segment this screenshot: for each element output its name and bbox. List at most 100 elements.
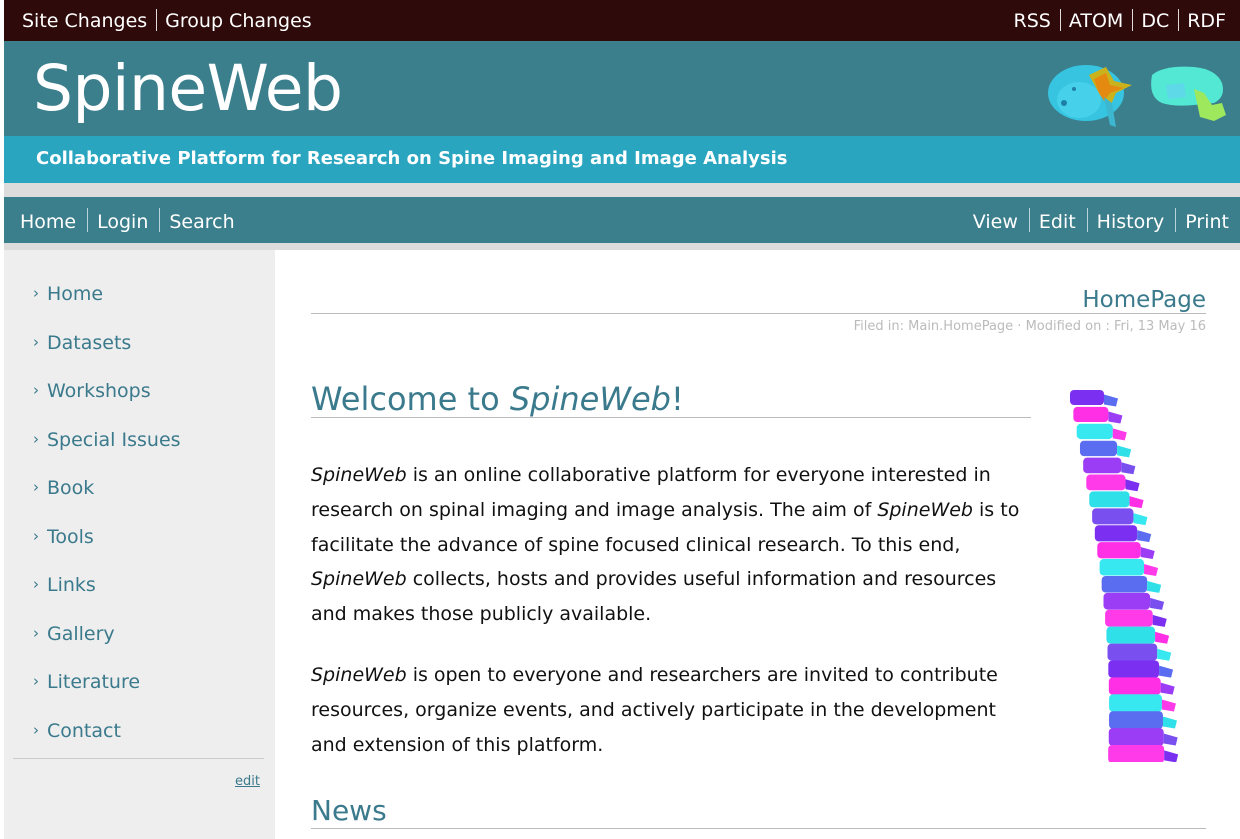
sidebar-item-label[interactable]: Datasets (47, 332, 131, 354)
nav-edit-link[interactable]: Edit (1039, 211, 1076, 233)
vertebra-shape (1099, 559, 1145, 576)
site-name-emphasis: SpineWeb (311, 568, 407, 591)
sidebar-item-links[interactable]: › Links (33, 574, 181, 623)
vertebra-shape (1106, 626, 1156, 644)
vertebra-shape (1073, 406, 1109, 423)
site-changes-link[interactable]: Site Changes (22, 10, 147, 32)
sidebar: › Home › Datasets › Workshops › Special Issu… (4, 250, 275, 839)
sidebar-item-label[interactable]: Special Issues (47, 429, 181, 451)
group-changes-link[interactable]: Group Changes (165, 10, 312, 32)
vertebra-process-shape (1144, 563, 1159, 576)
open-paragraph: SpineWeb is open to everyone and researc… (311, 658, 1021, 762)
vertebra-shape (1083, 457, 1122, 474)
nav-search-link[interactable]: Search (169, 211, 234, 233)
sidebar-item-literature[interactable]: › Literature (33, 671, 181, 720)
vertebra-shape (1108, 728, 1164, 746)
separator (1175, 208, 1177, 232)
sidebar-item-home[interactable]: › Home (33, 283, 181, 332)
paragraph-text: collects, hosts and provides useful info… (311, 568, 997, 626)
sidebar-item-datasets[interactable]: › Datasets (33, 332, 181, 381)
nav-view-link[interactable]: View (973, 211, 1018, 233)
chevron-right-icon: › (33, 381, 39, 399)
sidebar-edit-link[interactable]: edit (235, 774, 260, 789)
vertebra-process-shape (1121, 462, 1136, 475)
tagline-bar: Collaborative Platform for Research on S… (4, 136, 1240, 183)
vertebra-process-shape (1164, 750, 1178, 762)
chevron-right-icon: › (33, 623, 39, 642)
nav-right: View Edit History Print (973, 208, 1229, 233)
sidebar-item-label[interactable]: Literature (47, 671, 140, 693)
spine-illustration-icon (1070, 390, 1178, 762)
chevron-right-icon: › (33, 720, 39, 739)
sidebar-item-label[interactable]: Book (47, 477, 94, 499)
vertebra-shape (1108, 660, 1160, 678)
vertebra-shape (1097, 542, 1141, 559)
vertebra-process-shape (1117, 445, 1132, 458)
sidebar-item-tools[interactable]: › Tools (33, 526, 181, 575)
vertebra-shape (1092, 508, 1134, 525)
sidebar-item-label[interactable]: Contact (47, 720, 121, 742)
file-info: Filed in: Main.HomePage · Modified on : … (853, 319, 1206, 334)
nav-login-link[interactable]: Login (97, 211, 148, 233)
sidebar-item-book[interactable]: › Book (33, 477, 181, 526)
vertebra-shape (1109, 711, 1163, 729)
vertebra-process-shape (1159, 665, 1174, 678)
separator (1178, 9, 1180, 31)
sidebar-item-label[interactable]: Links (47, 574, 96, 596)
vertebra-process-shape (1147, 580, 1162, 593)
nav-left: Home Login Search (20, 208, 235, 233)
nav-history-link[interactable]: History (1097, 211, 1165, 233)
welcome-heading: Welcome to SpineWeb! (311, 380, 684, 418)
atom-link[interactable]: ATOM (1069, 10, 1123, 32)
intro-paragraph: SpineWeb is an online collaborative plat… (311, 458, 1021, 632)
nav-home-link[interactable]: Home (20, 211, 76, 233)
sidebar-item-label[interactable]: Workshops (47, 380, 151, 402)
site-title[interactable]: SpineWeb (33, 52, 343, 125)
vertebra-logo-icon (1048, 65, 1226, 127)
divider (311, 417, 1031, 418)
divider (311, 828, 1206, 829)
news-heading: News (311, 794, 387, 827)
vertebra-shape (1105, 609, 1153, 627)
main-content: HomePage Filed in: Main.HomePage · Modif… (275, 250, 1240, 839)
site-header: SpineWeb (4, 41, 1240, 136)
vertebra-process-shape (1137, 530, 1152, 543)
chevron-right-icon: › (33, 672, 39, 690)
separator (1059, 9, 1061, 31)
site-name-emphasis: SpineWeb (311, 464, 407, 486)
vertebra-shape (1101, 575, 1148, 593)
top-bar-left-links: Site Changes Group Changes (22, 9, 312, 32)
vertebra-process-shape (1125, 479, 1140, 492)
vertebra-process-shape (1152, 614, 1167, 627)
main-nav: Home Login Search View Edit History Print (4, 197, 1240, 243)
vertebra-shape (1109, 694, 1162, 712)
top-bar-right-links: RSS ATOM DC RDF (1014, 9, 1226, 32)
sidebar-item-special-issues[interactable]: › Special Issues (33, 429, 181, 478)
rdf-link[interactable]: RDF (1187, 10, 1226, 32)
welcome-prefix: Welcome to (311, 380, 510, 418)
spacer (4, 243, 1240, 250)
separator (159, 208, 161, 232)
chevron-right-icon: › (33, 284, 39, 302)
sidebar-item-label[interactable]: Home (47, 283, 103, 305)
sidebar-item-workshops[interactable]: › Workshops (33, 380, 181, 429)
vertebra-process-shape (1155, 631, 1170, 644)
divider (311, 313, 1206, 314)
vertebra-process-shape (1108, 411, 1123, 424)
vertebra-shape (1086, 474, 1126, 491)
sidebar-item-contact[interactable]: › Contact (33, 720, 181, 769)
separator (1086, 208, 1088, 232)
rss-link[interactable]: RSS (1014, 10, 1051, 32)
vertebra-shape (1070, 390, 1104, 405)
chevron-right-icon: › (33, 429, 39, 448)
paragraph-text: is open to everyone and researchers are … (311, 664, 998, 756)
dc-link[interactable]: DC (1141, 10, 1169, 32)
vertebra-shape (1108, 677, 1161, 695)
sidebar-item-label[interactable]: Tools (47, 526, 94, 548)
nav-print-link[interactable]: Print (1185, 211, 1229, 233)
vertebra-process-shape (1162, 716, 1177, 729)
separator (1132, 9, 1134, 31)
sidebar-menu: › Home › Datasets › Workshops › Special Issu… (33, 283, 181, 768)
sidebar-item-gallery[interactable]: › Gallery (33, 623, 181, 672)
sidebar-item-label[interactable]: Gallery (47, 623, 115, 645)
